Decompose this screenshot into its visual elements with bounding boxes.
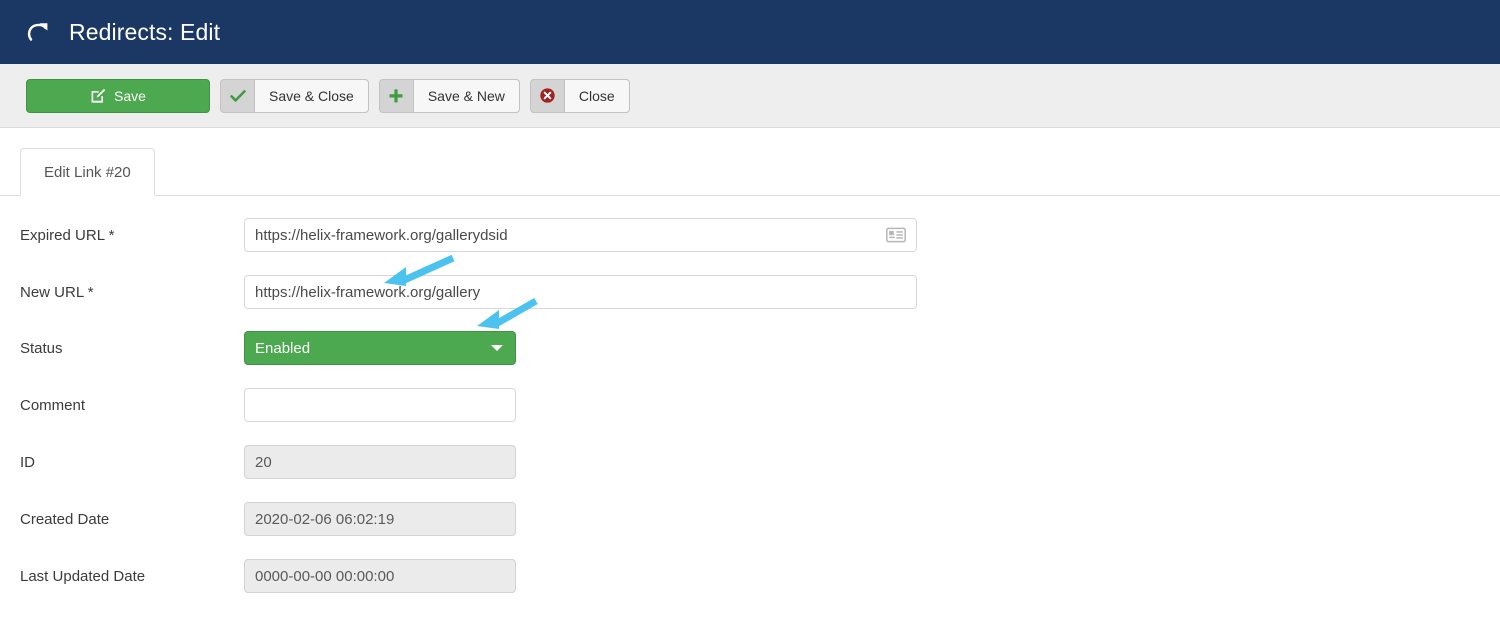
field-row-id: ID [0,445,1500,479]
save-new-button-label: Save & New [412,78,520,113]
tab-edit-link[interactable]: Edit Link #20 [20,148,155,196]
id-card-icon[interactable] [876,219,916,251]
label-status: Status [20,339,63,357]
label-last-updated-date: Last Updated Date [20,567,146,585]
label-id: ID [20,453,35,471]
save-close-button[interactable]: Save & Close [220,78,369,113]
field-created-date [244,502,516,536]
field-new-url [244,275,917,309]
last-updated-date-input [244,559,516,593]
save-close-button-label: Save & Close [254,78,369,113]
save-new-icon-cell [378,78,413,113]
field-id [244,445,516,479]
save-button-group: Save [26,78,210,113]
save-new-button[interactable]: Save & New [378,78,520,113]
created-date-input [244,502,516,536]
close-button-label: Close [563,78,630,113]
tab-bar: Edit Link #20 [0,148,1500,196]
save-close-button-group: Save & Close [220,78,369,113]
label-comment: Comment [20,396,86,414]
new-url-input[interactable] [244,275,917,309]
field-row-comment: Comment [0,388,1500,422]
save-button[interactable]: Save [26,78,210,113]
toolbar: Save Save & Close Save & New Close [0,64,1500,128]
save-button-label: Save [114,87,146,104]
field-comment [244,388,516,422]
save-close-icon-cell [220,78,254,113]
label-created-date: Created Date [20,510,110,528]
field-last-updated-date [244,559,516,593]
field-row-expired-url: Expired URL * [0,218,1500,252]
field-expired-url [244,218,917,252]
close-button-group: Close [529,78,630,113]
save-new-button-group: Save & New [378,78,520,113]
pencil-square-icon [90,88,106,104]
plus-icon [388,88,404,104]
status-select[interactable]: Enabled [244,331,516,365]
field-row-last-updated-date: Last Updated Date [0,559,1500,593]
field-row-status: Status Enabled [0,331,1500,365]
comment-input[interactable] [244,388,516,422]
field-status: Enabled [244,331,516,365]
close-button[interactable]: Close [529,78,630,113]
app-header: Redirects: Edit [0,0,1500,64]
redo-arrow-icon [26,19,52,45]
field-row-new-url: New URL * [0,275,1500,309]
close-icon-cell [529,78,564,113]
field-row-created-date: Created Date [0,502,1500,536]
page-title: Redirects: Edit [69,18,221,45]
x-circle-icon [539,87,556,104]
check-icon [229,88,246,104]
label-expired-url: Expired URL * [20,226,115,244]
status-select-value: Enabled [255,339,311,357]
id-input [244,445,516,479]
chevron-down-icon [491,345,503,351]
label-new-url: New URL * [20,283,94,301]
expired-url-input[interactable] [244,218,917,252]
